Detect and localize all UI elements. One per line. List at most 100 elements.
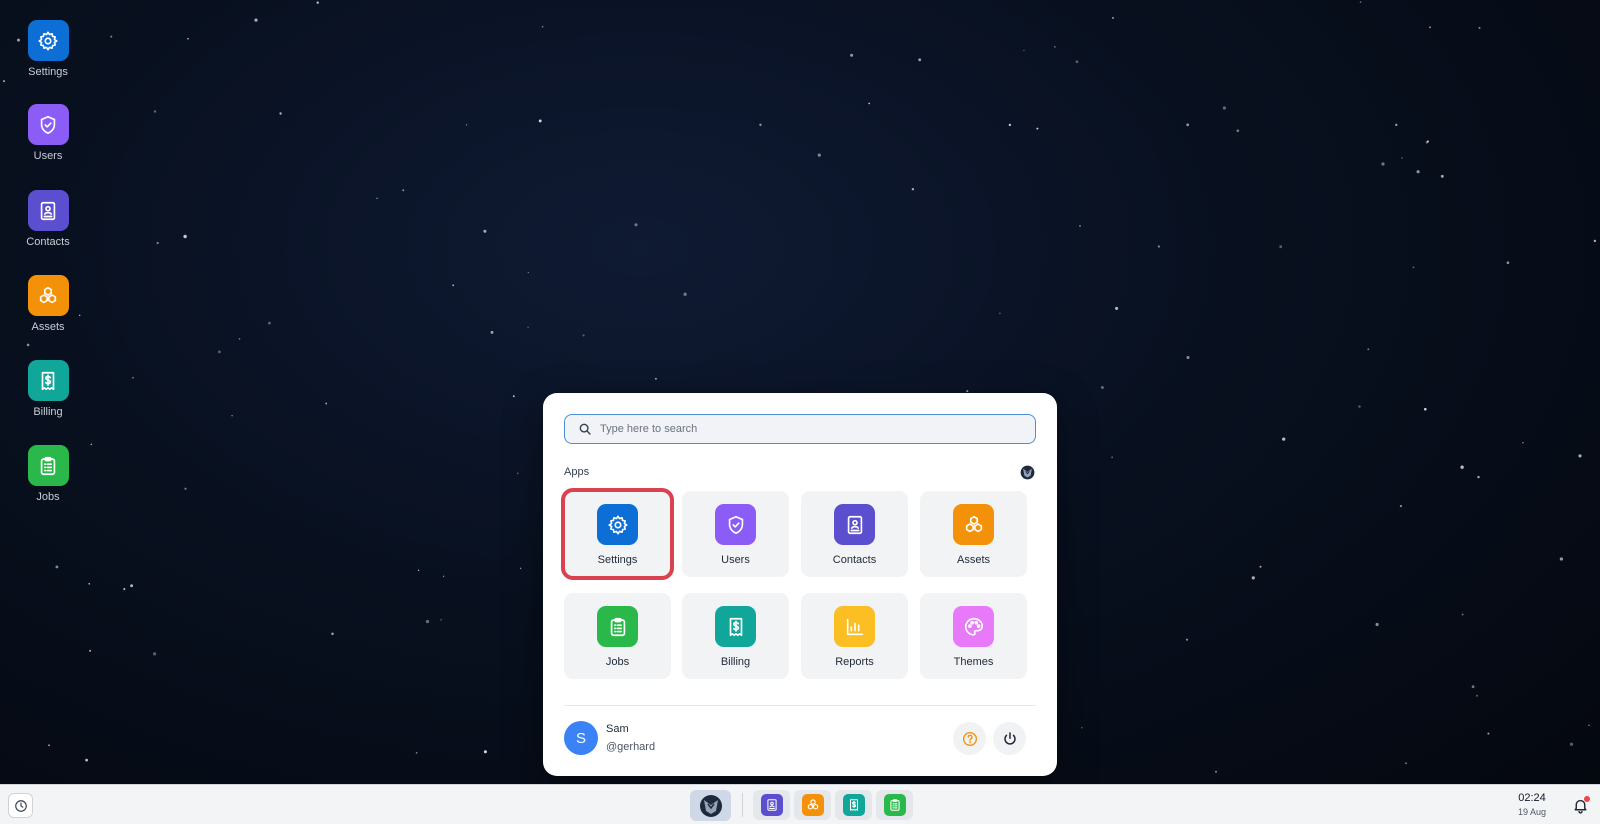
star xyxy=(918,58,922,62)
app-tile-label: Assets xyxy=(956,554,990,566)
star xyxy=(1593,239,1597,243)
star xyxy=(1282,437,1286,441)
desktop-icon-label: Settings xyxy=(28,66,68,78)
app-tile-reports[interactable]: Reports xyxy=(801,593,908,679)
desktop-tile-billing xyxy=(27,360,69,401)
desktop-icon-contacts[interactable]: Contacts xyxy=(14,190,82,266)
star xyxy=(1186,355,1190,360)
star xyxy=(1478,26,1481,29)
app-tile-jobs[interactable]: Jobs xyxy=(564,593,671,679)
star xyxy=(483,229,487,233)
star xyxy=(132,376,134,379)
gear-icon xyxy=(607,514,628,535)
star xyxy=(1399,505,1402,508)
app-tile-label: Billing xyxy=(720,656,751,668)
app-tile-settings[interactable]: Settings xyxy=(561,488,674,580)
star xyxy=(1358,405,1361,408)
star xyxy=(1054,46,1056,48)
app-tile-assets[interactable]: Assets xyxy=(920,491,1027,577)
app-tile-users[interactable]: Users xyxy=(682,491,789,577)
menu-divider xyxy=(564,705,1036,706)
star xyxy=(1157,245,1161,248)
search-icon xyxy=(579,423,591,435)
power-button[interactable] xyxy=(993,722,1026,755)
star xyxy=(1477,475,1480,479)
star xyxy=(1578,454,1582,458)
star xyxy=(1023,49,1025,52)
star xyxy=(1186,123,1190,127)
taskbar-app-billing[interactable] xyxy=(835,790,872,820)
taskbar-date: 19 Aug xyxy=(1517,807,1547,817)
desktop-icon-users[interactable]: Users xyxy=(14,104,82,180)
clipboard-list-icon xyxy=(40,456,56,475)
star xyxy=(1429,26,1431,29)
cubes-icon xyxy=(965,515,982,532)
star xyxy=(254,18,258,22)
app-tile-icon xyxy=(953,606,994,647)
taskbar-app-tile xyxy=(801,794,824,816)
desktop-icon-billing[interactable]: Billing xyxy=(14,360,82,436)
star xyxy=(683,292,687,296)
star xyxy=(415,752,418,754)
taskbar-app-jobs[interactable] xyxy=(876,790,913,820)
star xyxy=(911,187,915,191)
app-tile-icon xyxy=(953,504,994,545)
palette-icon xyxy=(964,617,983,636)
apps-heading: Apps xyxy=(564,466,590,478)
star xyxy=(1569,742,1574,746)
star xyxy=(1424,407,1427,411)
star xyxy=(541,25,544,28)
desktop-tile-settings xyxy=(27,20,69,61)
contact-book-icon xyxy=(766,799,777,811)
star xyxy=(187,37,189,40)
star xyxy=(402,189,405,192)
notifications-button[interactable] xyxy=(1566,791,1594,819)
app-tile-label: Contacts xyxy=(832,554,877,566)
desktop-icon-assets[interactable]: Assets xyxy=(14,275,82,351)
desktop-icon-label: Contacts xyxy=(26,236,70,248)
star xyxy=(376,197,378,200)
app-tile-themes[interactable]: Themes xyxy=(920,593,1027,679)
shield-check-icon xyxy=(728,515,743,534)
star xyxy=(130,584,134,588)
desktop-icon-settings[interactable]: Settings xyxy=(14,20,82,96)
star xyxy=(519,567,522,570)
star xyxy=(123,587,126,591)
star xyxy=(1460,465,1464,469)
star xyxy=(654,377,657,380)
star xyxy=(88,583,90,585)
app-tile-contacts[interactable]: Contacts xyxy=(801,491,908,577)
desktop-icon-jobs[interactable]: Jobs xyxy=(14,445,82,521)
star xyxy=(1401,157,1403,159)
star xyxy=(1251,576,1255,580)
star xyxy=(184,487,187,490)
app-tile-label: Themes xyxy=(953,656,994,668)
star xyxy=(1426,140,1430,143)
desktop-tile-users xyxy=(27,104,69,145)
taskbar-app-assets[interactable] xyxy=(794,790,831,820)
star xyxy=(817,153,821,157)
clipboard-list-icon xyxy=(610,617,625,636)
search-input[interactable] xyxy=(600,423,1020,435)
star xyxy=(89,649,92,652)
star xyxy=(1395,123,1398,127)
star xyxy=(517,472,519,474)
start-button[interactable] xyxy=(690,790,731,821)
help-button[interactable] xyxy=(953,722,986,755)
star xyxy=(465,124,468,126)
star xyxy=(582,334,585,337)
taskbar-time: 02:24 xyxy=(1518,792,1546,804)
star xyxy=(153,110,157,113)
taskbar-app-contacts[interactable] xyxy=(753,790,790,820)
star xyxy=(759,123,762,127)
taskbar: 02:24 19 Aug xyxy=(0,784,1600,824)
app-tile-billing[interactable]: Billing xyxy=(682,593,789,679)
history-button[interactable] xyxy=(8,793,33,818)
star xyxy=(1079,225,1081,227)
app-tile-icon xyxy=(834,504,875,545)
search-box[interactable] xyxy=(564,414,1036,444)
taskbar-app-tile xyxy=(883,794,906,816)
star xyxy=(85,758,88,762)
avatar[interactable]: S xyxy=(564,721,598,755)
taskbar-app-tile xyxy=(760,794,783,816)
